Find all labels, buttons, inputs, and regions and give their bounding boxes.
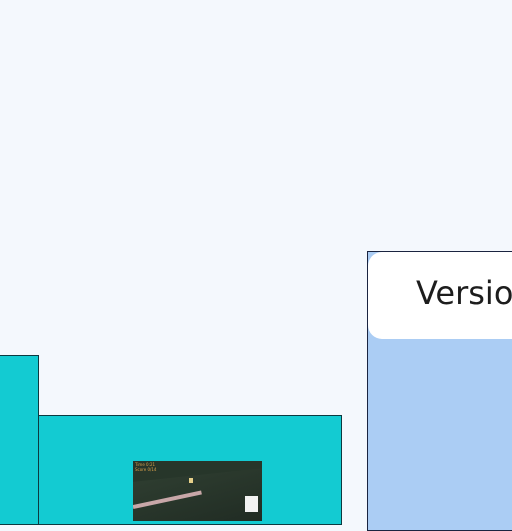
version-label: Versio	[416, 274, 512, 312]
version-card[interactable]: Versio	[368, 252, 512, 339]
game-hud: Time 0:21 Score 0/14	[135, 462, 156, 472]
hud-line-2: Score 0/14	[135, 467, 157, 472]
game-screenshot-thumbnail[interactable]: Time 0:21 Score 0/14	[133, 461, 262, 521]
teal-side-panel	[0, 355, 39, 525]
game-ui-panel	[245, 496, 258, 512]
game-player-sprite	[189, 478, 193, 483]
